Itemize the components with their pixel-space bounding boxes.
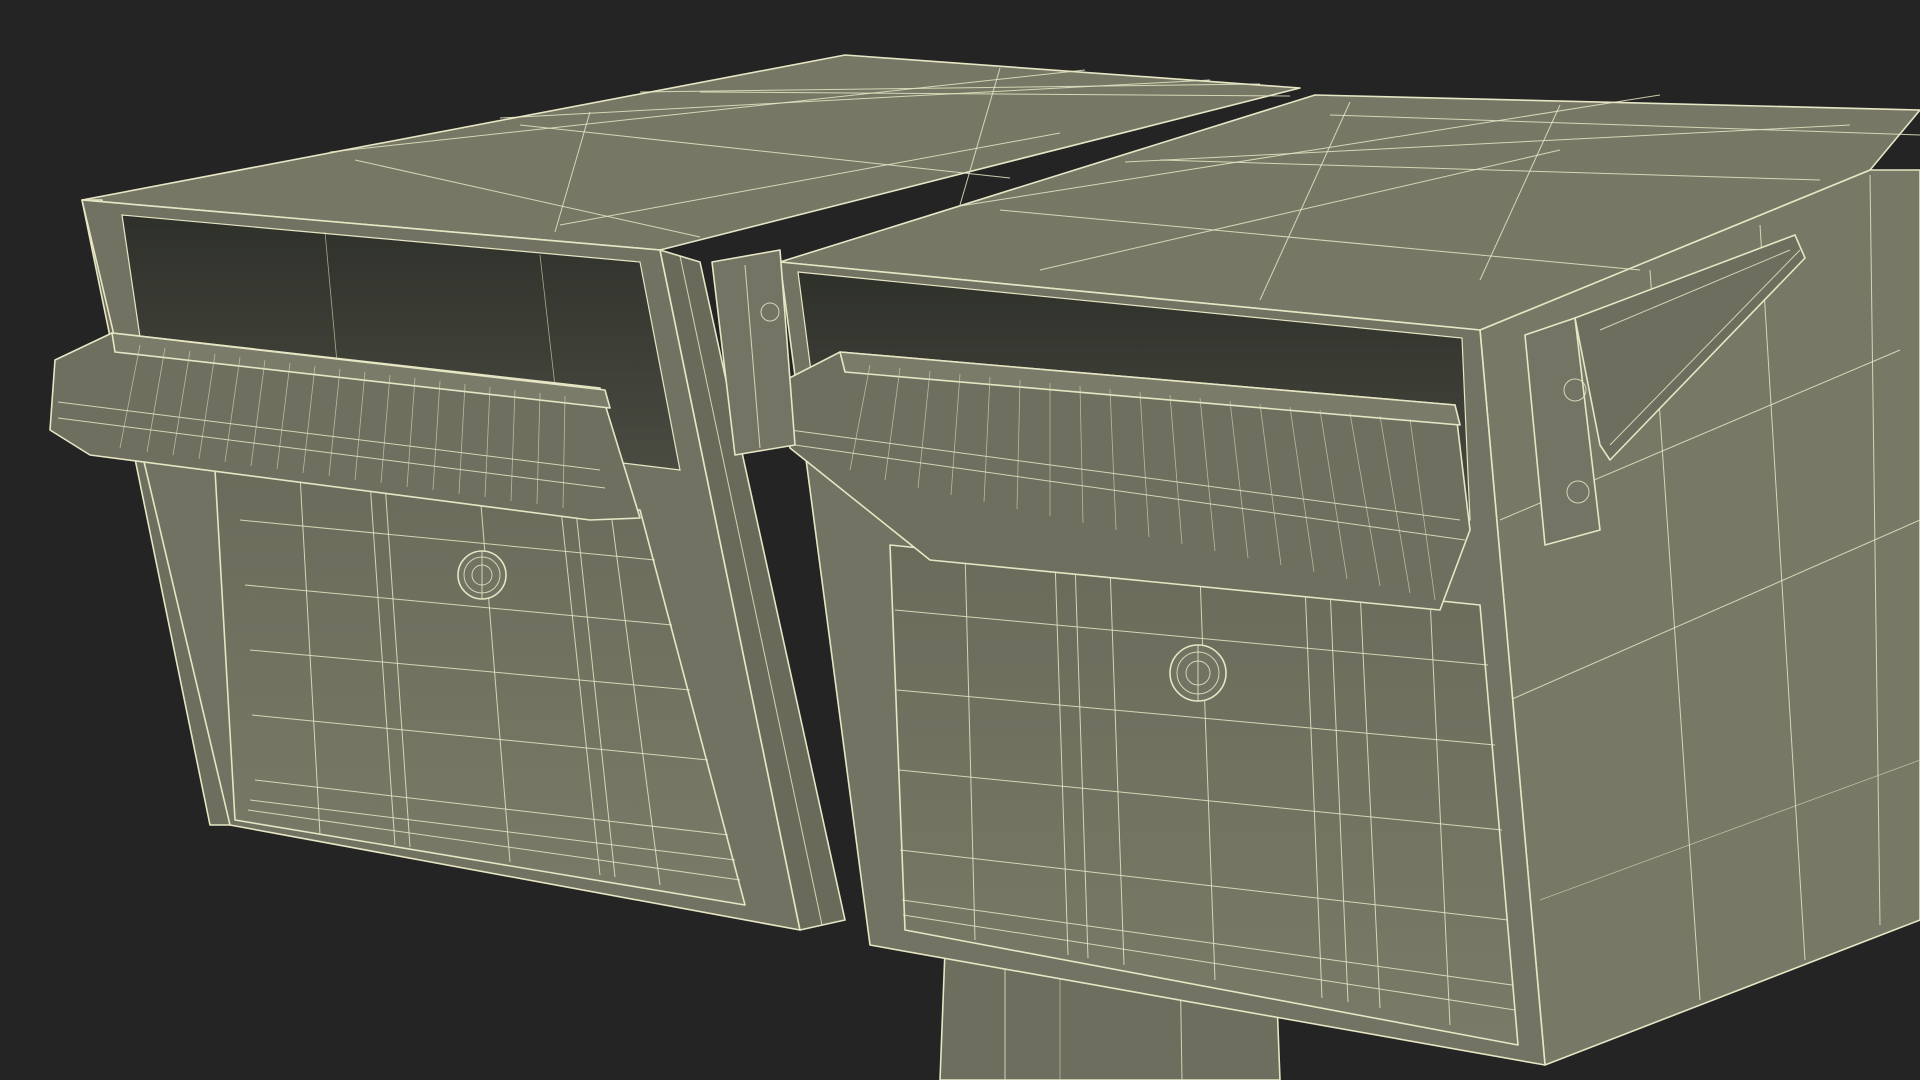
render-viewport (0, 0, 1920, 1080)
mailbox-left-lock (457, 550, 507, 600)
mailbox-right (769, 94, 1920, 1066)
wireframe-render (49, 54, 1920, 1080)
mailbox-right-lock (1169, 644, 1227, 702)
